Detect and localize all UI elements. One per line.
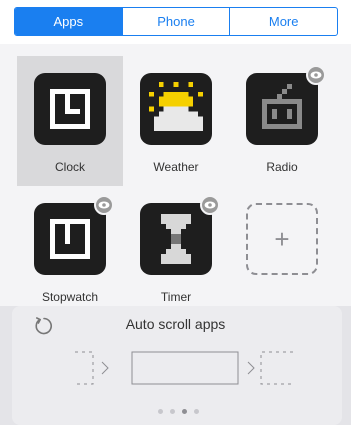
tab-phone[interactable]: Phone [123, 8, 231, 35]
app-tile-weather[interactable]: Weather [123, 56, 229, 186]
weather-icon [140, 73, 212, 145]
eye-icon [306, 65, 326, 85]
tab-more[interactable]: More [230, 8, 337, 35]
scroll-diagram [75, 351, 293, 385]
add-app-tile[interactable]: + [229, 186, 335, 316]
clock-icon [34, 73, 106, 145]
app-tile-radio[interactable]: Radio [229, 56, 335, 186]
eye-icon [200, 195, 220, 215]
eye-icon [94, 195, 114, 215]
app-label: Radio [266, 160, 298, 174]
plus-icon: + [274, 223, 290, 254]
app-grid: Clock Weather Radio Stopwatch Timer + [0, 44, 351, 306]
app-label: Timer [160, 290, 192, 304]
header: Apps Phone More [0, 0, 351, 44]
app-tile-clock[interactable]: Clock [17, 56, 123, 186]
page-indicator [158, 409, 199, 414]
page-dot[interactable] [194, 409, 199, 414]
app-label: Weather [153, 160, 199, 174]
app-label: Clock [54, 160, 85, 174]
app-label: Stopwatch [41, 290, 99, 304]
page-dot[interactable] [158, 409, 163, 414]
auto-scroll-panel: Auto scroll apps [0, 306, 351, 425]
add-app-button[interactable]: + [246, 203, 318, 275]
auto-scroll-title: Auto scroll apps [125, 316, 226, 332]
app-tile-timer[interactable]: Timer [123, 186, 229, 316]
radio-icon [246, 65, 326, 145]
page-dot-active[interactable] [182, 409, 187, 414]
tab-apps[interactable]: Apps [15, 8, 123, 35]
tab-selector: Apps Phone More [14, 7, 338, 36]
stopwatch-icon [34, 195, 114, 275]
page-dot[interactable] [170, 409, 175, 414]
timer-icon [140, 195, 220, 275]
app-tile-stopwatch[interactable]: Stopwatch [17, 186, 123, 316]
